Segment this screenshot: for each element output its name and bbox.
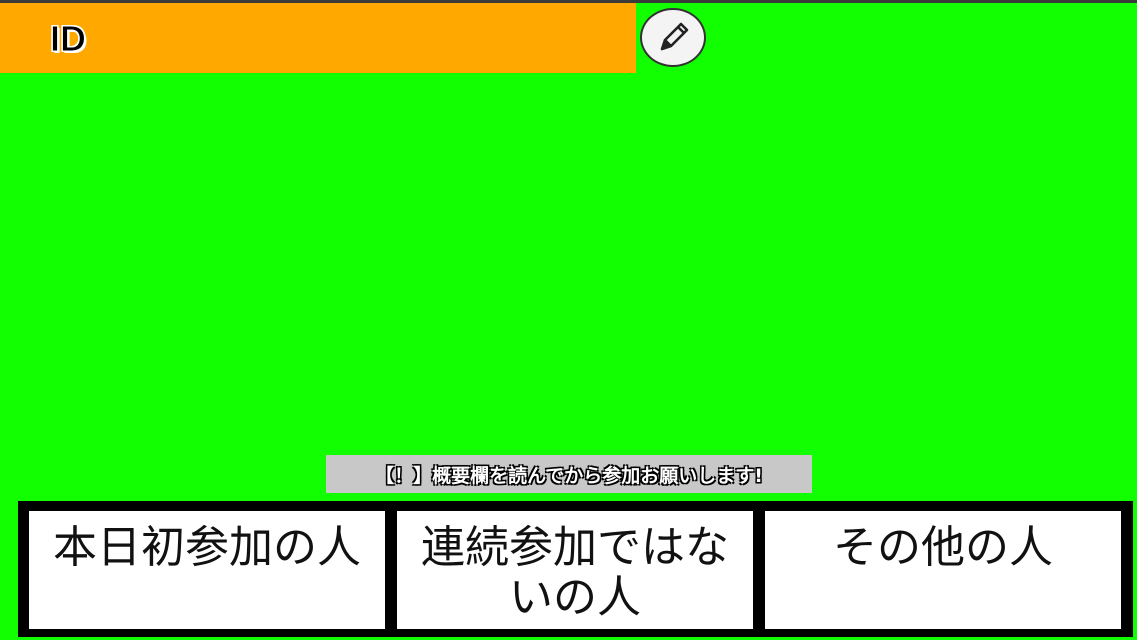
choice-not-consecutive-button[interactable]: 連続参加ではないの人	[397, 511, 753, 629]
id-label: ID	[50, 18, 87, 59]
choice-label: その他の人	[833, 522, 1053, 573]
choice-other-button[interactable]: その他の人	[765, 511, 1121, 629]
choice-label: 本日初参加の人	[53, 522, 361, 573]
choice-first-time-button[interactable]: 本日初参加の人	[29, 511, 385, 629]
edit-button[interactable]	[640, 8, 706, 67]
pencil-icon	[660, 22, 689, 50]
choice-label: 連続参加ではないの人	[421, 522, 729, 623]
notice-banner: 【！】概要欄を読んでから参加お願いします!	[326, 455, 812, 493]
notice-text: 【！】概要欄を読んでから参加お願いします!	[375, 464, 763, 487]
choice-panel: 本日初参加の人 連続参加ではないの人 その他の人	[18, 501, 1133, 637]
id-bar: ID	[0, 3, 636, 73]
